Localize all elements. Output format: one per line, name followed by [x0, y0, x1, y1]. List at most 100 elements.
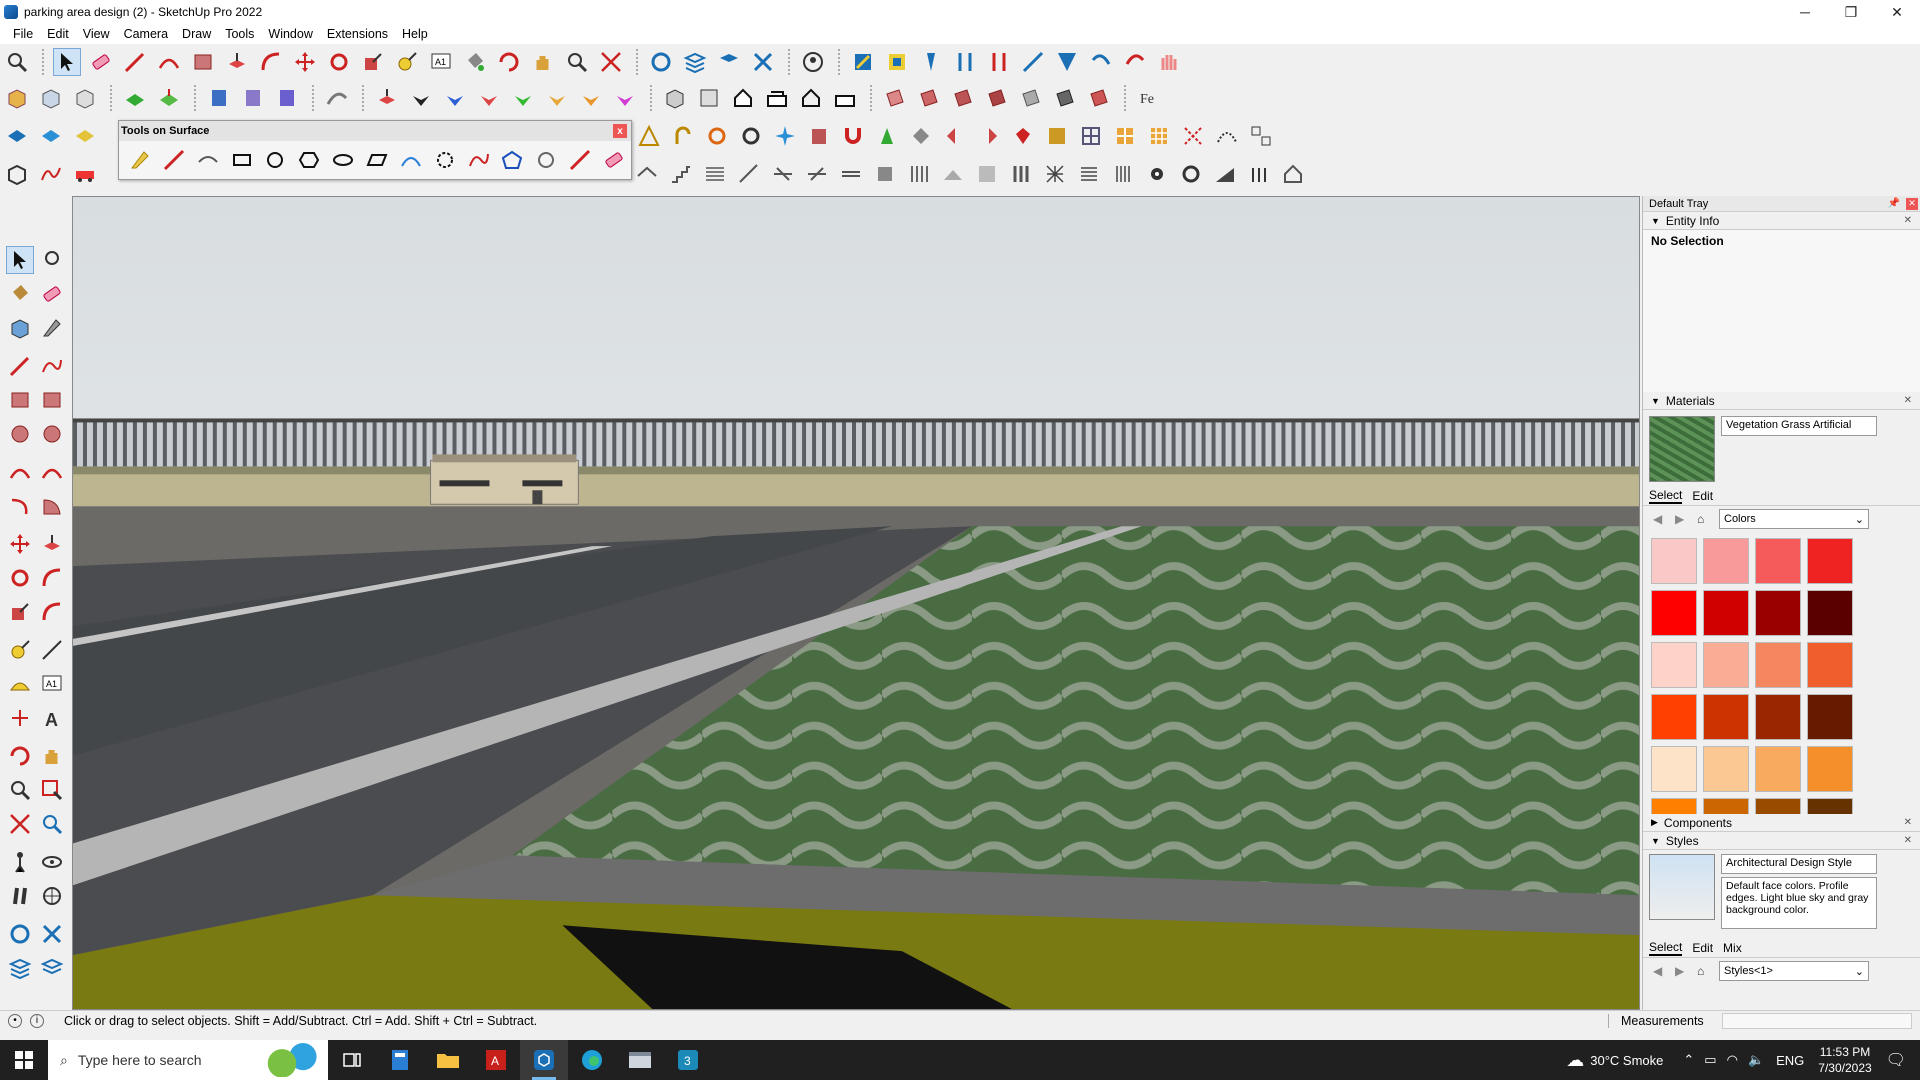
mirror-icon[interactable]: [941, 122, 969, 150]
chevron-up-icon[interactable]: ⌃: [1683, 1052, 1694, 1068]
rectangle-tool-icon[interactable]: [6, 386, 34, 414]
surface-polyline-icon[interactable]: [431, 146, 459, 174]
chair-icon[interactable]: [871, 160, 899, 188]
close-icon[interactable]: ✕: [1904, 835, 1912, 846]
box-icon[interactable]: [3, 84, 31, 112]
network-icon[interactable]: ▭: [1704, 1052, 1716, 1068]
curve-points-icon[interactable]: [1213, 122, 1241, 150]
textured-icon[interactable]: [983, 84, 1011, 112]
edge-browser-icon[interactable]: [568, 1040, 616, 1080]
component-icon[interactable]: [6, 314, 34, 342]
paint-bucket-icon[interactable]: [461, 48, 489, 76]
surface-contour-icon[interactable]: [498, 146, 526, 174]
color-swatch[interactable]: [1703, 694, 1749, 740]
push-pull-icon[interactable]: [223, 48, 251, 76]
freehand-icon[interactable]: [38, 352, 66, 380]
surface-freehand-icon[interactable]: [465, 146, 493, 174]
language-indicator[interactable]: ENG: [1776, 1053, 1804, 1068]
scale-icon[interactable]: [359, 48, 387, 76]
surface-offset-icon[interactable]: [194, 146, 222, 174]
rotate-icon[interactable]: [6, 564, 34, 592]
tools-on-surface-toolbar[interactable]: Tools on Surface x: [118, 120, 632, 180]
forward-arrow-icon[interactable]: ▶: [1675, 512, 1691, 526]
stairs-icon[interactable]: [667, 160, 695, 188]
ramp-icon[interactable]: [1211, 160, 1239, 188]
warehouse-icon[interactable]: [849, 48, 877, 76]
house-outline-icon[interactable]: [1279, 160, 1307, 188]
close-icon[interactable]: ✕: [1906, 197, 1918, 210]
menu-file[interactable]: File: [6, 27, 40, 41]
fence-icon[interactable]: [905, 160, 933, 188]
position-camera-icon[interactable]: [6, 848, 34, 876]
color-swatch[interactable]: [1755, 642, 1801, 688]
surface-edit-icon[interactable]: [532, 146, 560, 174]
color-swatch[interactable]: [1807, 538, 1853, 584]
tools-icon[interactable]: [749, 48, 777, 76]
tab-edit[interactable]: Edit: [1692, 489, 1713, 503]
menu-view[interactable]: View: [76, 27, 117, 41]
offset-icon[interactable]: [38, 598, 66, 626]
hidden-line-icon[interactable]: [915, 84, 943, 112]
back-edges-icon[interactable]: [71, 84, 99, 112]
color-swatch[interactable]: [1703, 538, 1749, 584]
menu-edit[interactable]: Edit: [40, 27, 76, 41]
measurements-input[interactable]: [1722, 1012, 1912, 1029]
entity-info-header[interactable]: ▼ Entity Info ✕: [1643, 212, 1920, 230]
surface-join-icon[interactable]: [566, 146, 594, 174]
pencil-icon[interactable]: [38, 314, 66, 342]
back-arrow-icon[interactable]: ◀: [1653, 964, 1669, 978]
color-swatch[interactable]: [1651, 798, 1697, 814]
close-icon[interactable]: ✕: [1904, 215, 1912, 226]
style-name-field[interactable]: Architectural Design Style: [1721, 854, 1877, 874]
plant-icon[interactable]: [873, 122, 901, 150]
explode-icon[interactable]: [1179, 122, 1207, 150]
toolbar-title-bar[interactable]: Tools on Surface x: [119, 121, 631, 141]
text-tool-icon[interactable]: A1: [427, 48, 455, 76]
shaded-icon[interactable]: [949, 84, 977, 112]
arrow-orange2-icon[interactable]: [577, 84, 605, 112]
pan-icon[interactable]: [529, 48, 557, 76]
zoom-extents-icon[interactable]: [597, 48, 625, 76]
eraser-icon[interactable]: [87, 48, 115, 76]
right-view-icon[interactable]: [763, 84, 791, 112]
zoom-icon[interactable]: [6, 776, 34, 804]
iso-view-icon[interactable]: [661, 84, 689, 112]
line-tool-icon[interactable]: [121, 48, 149, 76]
top-view-icon[interactable]: [695, 84, 723, 112]
menu-window[interactable]: Window: [261, 27, 319, 41]
scale-icon[interactable]: [6, 598, 34, 626]
tag-icon[interactable]: [647, 48, 675, 76]
xray-icon[interactable]: [37, 84, 65, 112]
layout-app-icon[interactable]: 3: [664, 1040, 712, 1080]
move-icon[interactable]: [6, 530, 34, 558]
move-star-icon[interactable]: [771, 122, 799, 150]
surface-line-icon[interactable]: [160, 146, 188, 174]
app-window-icon[interactable]: [616, 1040, 664, 1080]
grid-orange-icon[interactable]: [1111, 122, 1139, 150]
follow-me-icon[interactable]: [323, 84, 351, 112]
polygon-tool-icon[interactable]: [38, 420, 66, 448]
walk-icon[interactable]: [6, 882, 34, 910]
clock[interactable]: 11:53 PM 7/30/2023: [1818, 1044, 1871, 1076]
model-viewport[interactable]: [72, 196, 1640, 1010]
grid-mesh-icon[interactable]: [1041, 160, 1069, 188]
sections-icon[interactable]: [715, 48, 743, 76]
color-swatch[interactable]: [1651, 642, 1697, 688]
font-plugin-icon[interactable]: Fe: [1135, 84, 1163, 112]
materials-header[interactable]: ▼ Materials ✕: [1643, 392, 1920, 410]
color-swatch[interactable]: [1807, 798, 1853, 814]
task-view-icon[interactable]: [328, 1040, 376, 1080]
surface-rectangle-icon[interactable]: [228, 146, 256, 174]
bezier-icon[interactable]: [37, 160, 65, 188]
wifi-icon[interactable]: ◠: [1727, 1052, 1738, 1068]
style-icon[interactable]: [1051, 84, 1079, 112]
solid-subtract-icon[interactable]: [239, 84, 267, 112]
sketchup-taskbar-icon[interactable]: [520, 1040, 568, 1080]
hand-icon[interactable]: [1155, 48, 1183, 76]
color-swatch[interactable]: [1703, 746, 1749, 792]
taskbar-search[interactable]: ⌕ Type here to search: [48, 1040, 328, 1080]
rotate-around-icon[interactable]: [737, 122, 765, 150]
solid-tools-icon[interactable]: [205, 84, 233, 112]
surface-ellipse-icon[interactable]: [329, 146, 357, 174]
tape-measure-icon[interactable]: [6, 636, 34, 664]
